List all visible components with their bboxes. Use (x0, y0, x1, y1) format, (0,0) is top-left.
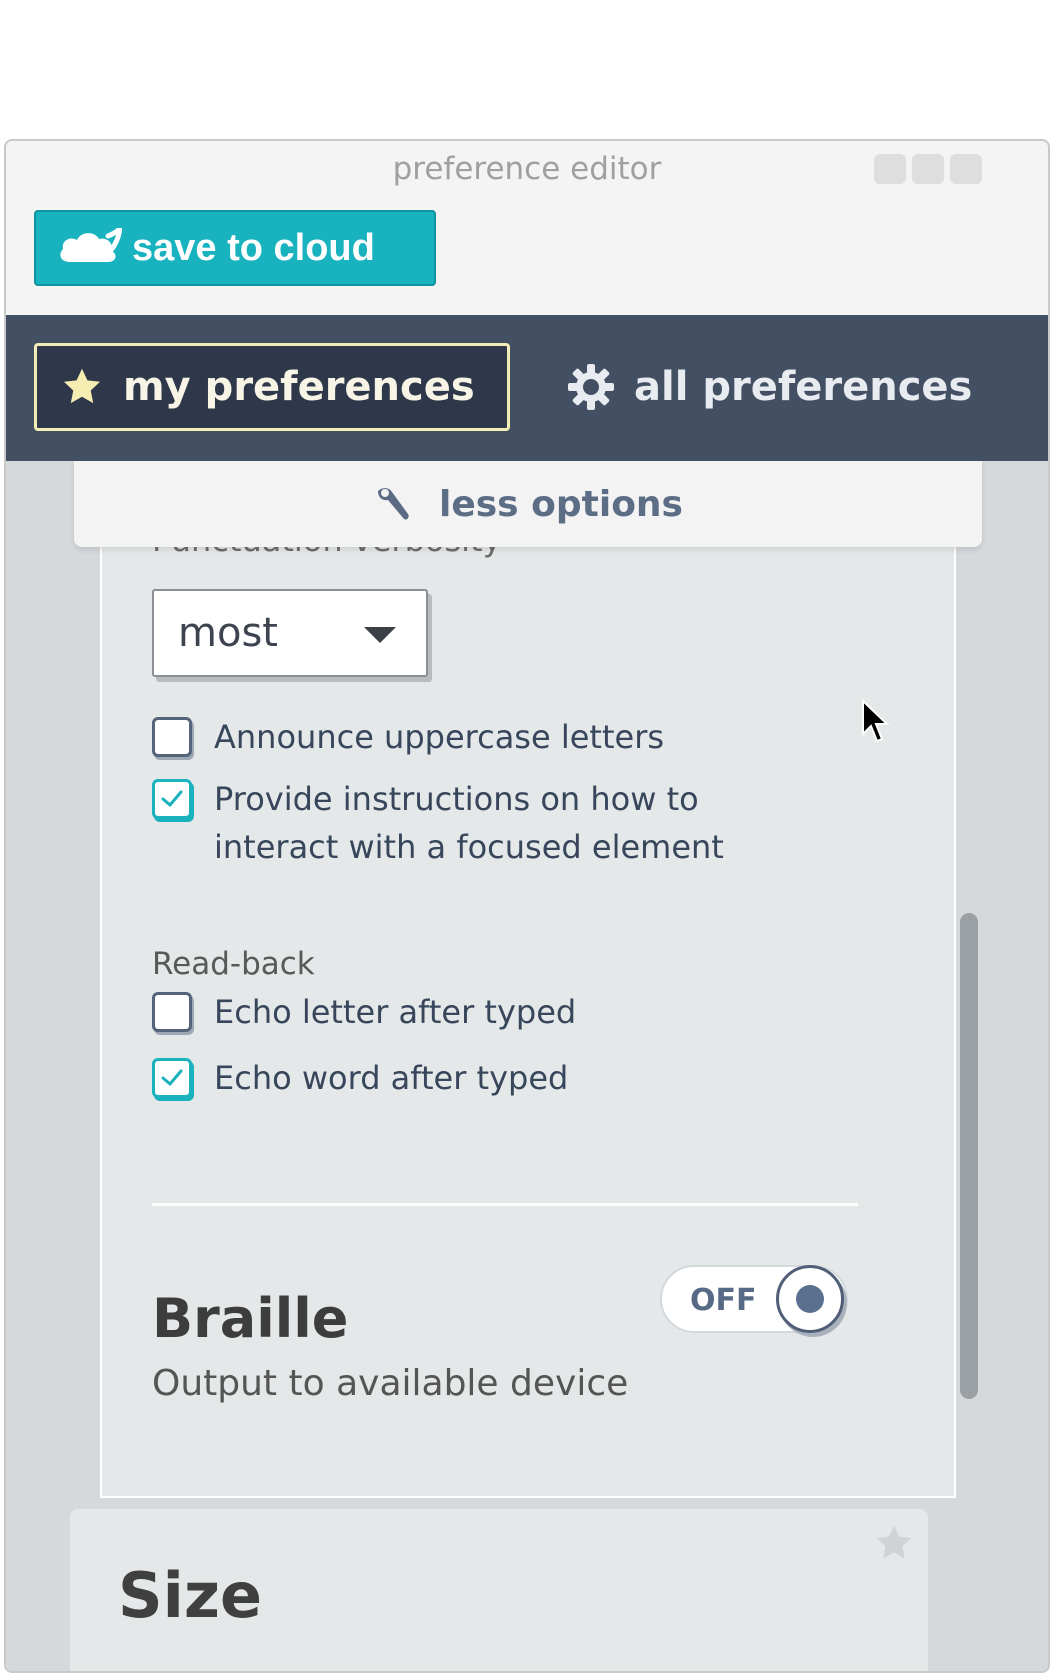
echo-word-option[interactable]: Echo word after typed (152, 1054, 568, 1102)
echo-word-checkbox[interactable] (152, 1058, 192, 1098)
wrench-icon (378, 488, 409, 520)
provide-instructions-checkbox[interactable] (152, 779, 192, 819)
provide-instructions-label: Provide instructions on how to interact … (214, 780, 724, 866)
braille-toggle[interactable]: OFF (660, 1265, 848, 1333)
tab-my-preferences-label: my preferences (123, 364, 475, 410)
window-control-close[interactable] (950, 154, 982, 184)
less-options-label: less options (439, 483, 683, 525)
star-icon[interactable] (874, 1523, 914, 1563)
chevron-down-icon (364, 627, 396, 643)
braille-description: Output to available device (152, 1363, 629, 1404)
preference-editor-window: preference editor save to cloud my prefe… (4, 139, 1050, 1673)
echo-word-label: Echo word after typed (214, 1059, 569, 1097)
save-to-cloud-button[interactable]: save to cloud (34, 210, 436, 286)
size-heading: Size (118, 1559, 263, 1632)
gear-icon (568, 364, 614, 410)
announce-uppercase-option[interactable]: Announce uppercase letters (152, 713, 664, 761)
vertical-scrollbar[interactable] (960, 913, 978, 1399)
tab-all-preferences-label: all preferences (634, 364, 973, 410)
preferences-navigation: my preferences all preferences (6, 315, 1048, 461)
mouse-pointer-icon (862, 699, 889, 743)
star-icon (63, 368, 101, 404)
provide-instructions-option[interactable]: Provide instructions on how to interact … (152, 775, 772, 871)
toggle-knob[interactable] (776, 1265, 844, 1333)
read-back-heading: Read-back (152, 946, 315, 982)
size-preferences-card: Size (70, 1509, 928, 1671)
announce-uppercase-checkbox[interactable] (152, 717, 192, 757)
toggle-knob-dot (796, 1285, 824, 1313)
braille-heading: Braille (152, 1287, 349, 1350)
window-control-maximize[interactable] (912, 154, 944, 184)
announce-uppercase-label: Announce uppercase letters (214, 718, 665, 756)
tab-all-preferences[interactable]: all preferences (566, 343, 972, 431)
echo-letter-option[interactable]: Echo letter after typed (152, 988, 576, 1036)
preferences-content: Punctuation verbosity most Announce uppe… (6, 461, 1048, 1671)
speech-preferences-panel: Punctuation verbosity most Announce uppe… (100, 461, 956, 1498)
checkmark-icon (161, 1069, 183, 1086)
tab-my-preferences[interactable]: my preferences (34, 343, 510, 431)
window-control-minimize[interactable] (874, 154, 906, 184)
checkmark-icon (161, 790, 183, 807)
punctuation-verbosity-value: most (178, 610, 278, 656)
braille-toggle-state: OFF (690, 1283, 757, 1318)
punctuation-verbosity-select[interactable]: most (152, 589, 428, 677)
echo-letter-label: Echo letter after typed (214, 993, 577, 1031)
echo-letter-checkbox[interactable] (152, 992, 192, 1032)
save-to-cloud-label: save to cloud (132, 226, 375, 269)
cloud-icon (56, 228, 122, 268)
section-divider (152, 1203, 858, 1206)
less-options-button[interactable]: less options (74, 461, 982, 547)
